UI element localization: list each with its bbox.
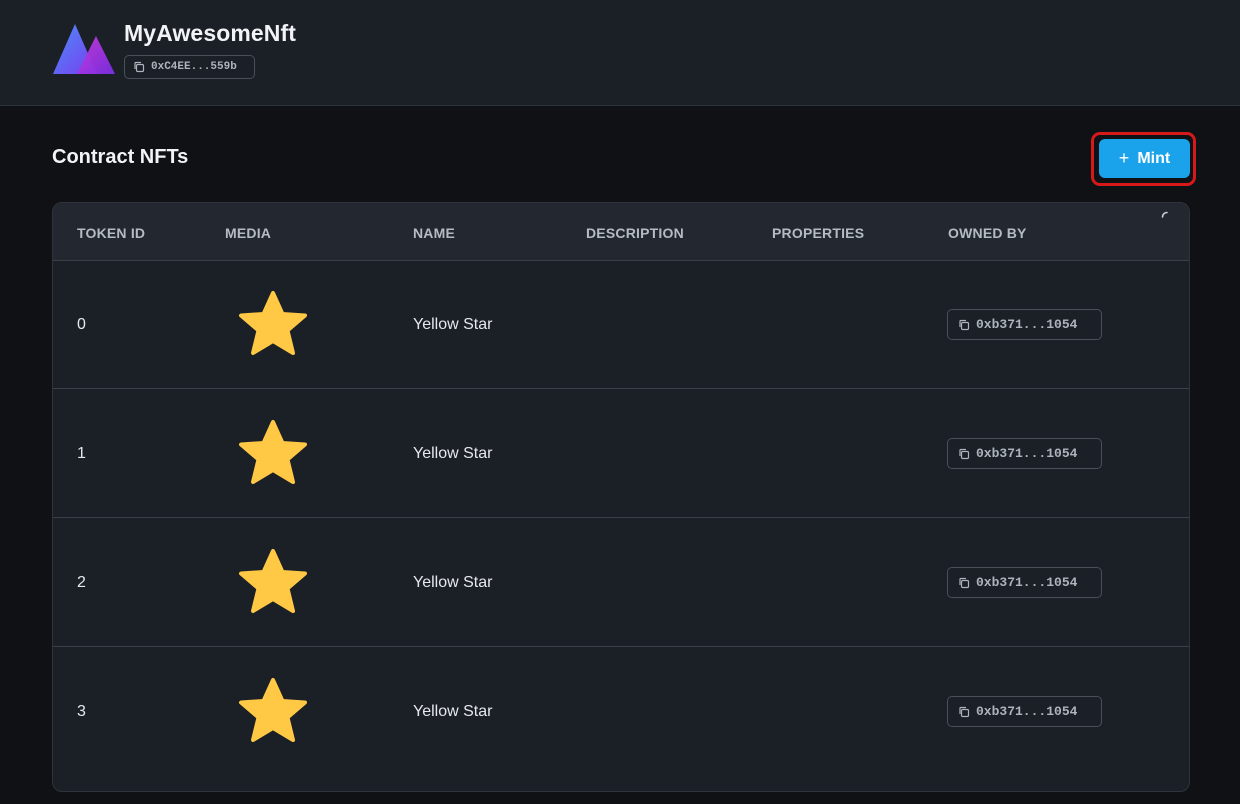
copy-icon bbox=[959, 448, 970, 459]
mint-button-label: Mint bbox=[1137, 149, 1171, 167]
plus-icon: + bbox=[1118, 148, 1130, 168]
token-id: 3 bbox=[77, 703, 86, 720]
owner-address-chip[interactable]: 0xb371...1054 bbox=[947, 438, 1102, 469]
column-name[interactable]: NAME bbox=[413, 225, 455, 241]
column-owned-by[interactable]: OWNED BY bbox=[948, 225, 1027, 241]
token-id: 1 bbox=[77, 445, 86, 462]
nft-name: Yellow Star bbox=[413, 703, 493, 720]
table-row[interactable]: 3 Yellow Star 0xb371...1054 bbox=[53, 647, 1189, 776]
owner-address: 0xb371...1054 bbox=[976, 704, 1078, 719]
token-id: 0 bbox=[77, 316, 86, 333]
nft-name: Yellow Star bbox=[413, 574, 493, 591]
copy-icon bbox=[959, 577, 970, 588]
nft-name: Yellow Star bbox=[413, 445, 493, 462]
table-row[interactable]: 1 Yellow Star 0xb371...1054 bbox=[53, 389, 1189, 518]
header: MyAwesomeNft 0xC4EE...559b bbox=[0, 0, 1240, 106]
column-properties[interactable]: PROPERTIES bbox=[772, 225, 864, 241]
star-icon bbox=[239, 549, 307, 613]
nft-table: TOKEN ID MEDIA NAME DESCRIPTION PROPERTI… bbox=[52, 202, 1190, 792]
nft-name: Yellow Star bbox=[413, 316, 493, 333]
star-icon bbox=[239, 420, 307, 484]
table-header: TOKEN ID MEDIA NAME DESCRIPTION PROPERTI… bbox=[53, 203, 1189, 261]
token-id: 2 bbox=[77, 574, 86, 591]
column-token-id[interactable]: TOKEN ID bbox=[77, 225, 145, 241]
owner-address: 0xb371...1054 bbox=[976, 317, 1078, 332]
owner-address: 0xb371...1054 bbox=[976, 446, 1078, 461]
owner-address-chip[interactable]: 0xb371...1054 bbox=[947, 696, 1102, 727]
table-row[interactable]: 0 Yellow Star 0xb371...1054 bbox=[53, 260, 1189, 389]
logo-icon bbox=[53, 24, 115, 74]
owner-address-chip[interactable]: 0xb371...1054 bbox=[947, 309, 1102, 340]
loading-spinner-icon bbox=[1161, 211, 1168, 218]
contract-address-chip[interactable]: 0xC4EE...559b bbox=[124, 55, 255, 79]
table-row[interactable]: 2 Yellow Star 0xb371...1054 bbox=[53, 518, 1189, 647]
copy-icon bbox=[959, 319, 970, 330]
copy-icon bbox=[959, 706, 970, 717]
mint-button[interactable]: + Mint bbox=[1099, 139, 1190, 178]
owner-address: 0xb371...1054 bbox=[976, 575, 1078, 590]
column-media[interactable]: MEDIA bbox=[225, 225, 271, 241]
copy-icon bbox=[134, 61, 145, 73]
contract-address: 0xC4EE...559b bbox=[151, 61, 237, 73]
section-title: Contract NFTs bbox=[52, 146, 189, 168]
owner-address-chip[interactable]: 0xb371...1054 bbox=[947, 567, 1102, 598]
column-description[interactable]: DESCRIPTION bbox=[586, 225, 684, 241]
contract-name: MyAwesomeNft bbox=[124, 20, 297, 46]
star-icon bbox=[239, 291, 307, 355]
star-icon bbox=[239, 678, 307, 742]
